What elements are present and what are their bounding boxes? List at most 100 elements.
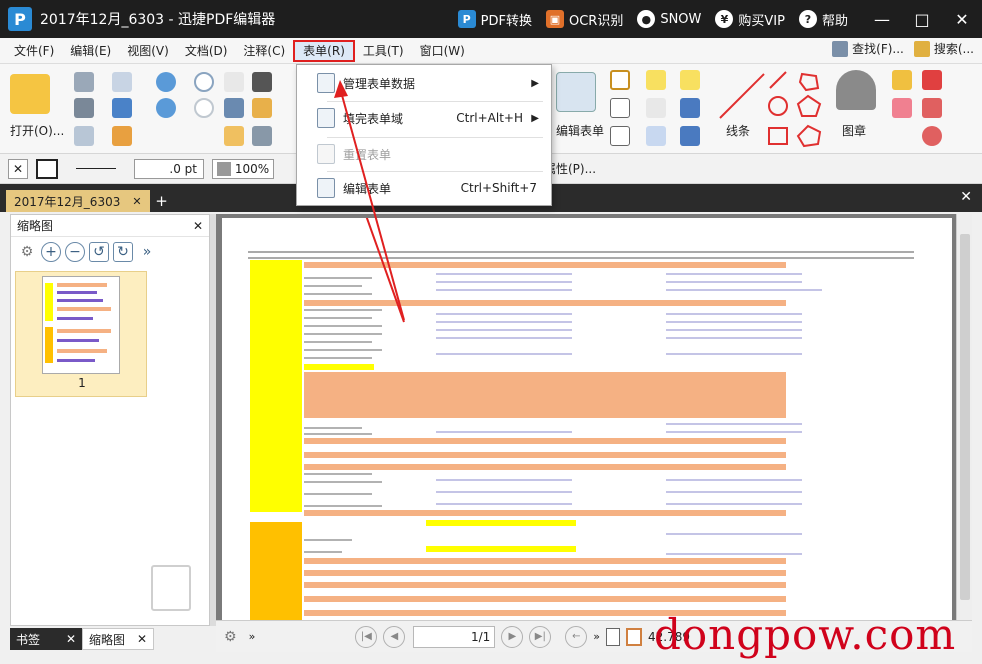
first-page-icon[interactable]: |◀ [355, 625, 378, 648]
menu-form[interactable]: 表单(R) [293, 39, 355, 62]
find-button[interactable]: 查找(F)... [832, 40, 904, 57]
cloud-icon[interactable] [112, 98, 132, 118]
submenu-arrow-icon: ▶ [531, 112, 539, 124]
new-tab-icon[interactable]: + [154, 190, 170, 212]
pencil-icon[interactable] [892, 70, 912, 90]
stamp-label[interactable]: 图章 [842, 122, 866, 139]
menu-item-fill-form-fields[interactable]: 填完表单域 Ctrl+Alt+H ▶ [297, 103, 551, 133]
tab-document[interactable]: 2017年12月_6303 ✕ [6, 190, 150, 212]
document-view[interactable] [216, 214, 972, 620]
page-thumbnail[interactable]: 1 [15, 271, 147, 397]
line-style-select[interactable] [66, 159, 126, 179]
ocr-button[interactable]: ▣ OCR识别 [545, 10, 623, 29]
stroke-color-button[interactable] [36, 158, 58, 179]
menu-window[interactable]: 窗口(W) [412, 40, 473, 62]
menu-edit[interactable]: 编辑(E) [62, 40, 119, 62]
more-options-icon[interactable]: » [137, 242, 157, 262]
lines-label[interactable]: 线条 [726, 122, 750, 139]
export-icon[interactable] [74, 126, 94, 146]
bookmark-tab-close-icon[interactable]: ✕ [66, 632, 76, 646]
forward-icon[interactable] [194, 98, 214, 118]
menu-item-manage-form-data[interactable]: 管理表单数据 ▶ [297, 68, 551, 98]
redo-icon[interactable] [156, 98, 176, 118]
single-page-icon[interactable] [606, 627, 621, 646]
back-icon[interactable] [194, 72, 214, 92]
camera-icon[interactable] [252, 72, 272, 92]
cloud-shape-icon[interactable] [922, 126, 942, 146]
menu-view[interactable]: 视图(V) [119, 40, 177, 62]
pdf-convert-button[interactable]: P PDF转换 [457, 10, 532, 29]
close-button[interactable]: ✕ [942, 10, 982, 29]
checkbox-field-icon[interactable] [610, 98, 630, 118]
vip-button[interactable]: ¥ 购买VIP [715, 10, 785, 29]
rotate-left-icon[interactable]: ↺ [89, 242, 109, 262]
maximize-button[interactable]: □ [902, 10, 942, 29]
user-button[interactable]: ● SNOW [637, 10, 701, 28]
sound-icon[interactable] [680, 126, 700, 146]
undo-icon[interactable] [156, 72, 176, 92]
opacity-field[interactable]: 100% [212, 158, 274, 179]
thumbnail-page-number: 1 [78, 376, 86, 390]
list-field-icon[interactable] [610, 126, 630, 146]
hand-tool-icon[interactable] [224, 72, 244, 92]
open-folder-icon[interactable] [10, 74, 50, 114]
attachment-icon[interactable] [680, 98, 700, 118]
gear-icon[interactable]: ⚙ [17, 242, 37, 262]
zoom-out-icon[interactable]: − [65, 242, 85, 262]
new-doc-icon[interactable] [112, 126, 132, 146]
thumbnail-tab-close-icon[interactable]: ✕ [137, 632, 147, 646]
edit-form-label[interactable]: 编辑表单 [556, 122, 604, 139]
tab-bookmarks[interactable]: 书签 ✕ [10, 628, 82, 650]
rotate-right-icon[interactable]: ↻ [113, 242, 133, 262]
open-label[interactable]: 打开(O)... [10, 122, 64, 139]
clipboard-icon[interactable] [252, 98, 272, 118]
line-width-field[interactable]: .0 pt [134, 158, 204, 179]
close-all-icon[interactable]: ✕ [960, 189, 972, 205]
search-button[interactable]: 搜索(... [913, 40, 974, 57]
last-page-icon[interactable]: ▶| [529, 625, 552, 648]
note-icon[interactable] [680, 70, 700, 90]
no-fill-toggle[interactable]: ✕ [8, 158, 28, 179]
pdf-page[interactable] [222, 218, 952, 620]
line-tool-icon[interactable] [716, 70, 768, 122]
page-number-field[interactable]: 1/1 [413, 625, 496, 648]
shape-tools-icon[interactable] [766, 70, 826, 150]
menu-tools[interactable]: 工具(T) [355, 40, 412, 62]
yen-icon: ¥ [715, 10, 734, 28]
panel-close-icon[interactable]: ✕ [193, 219, 203, 233]
snapshot-icon[interactable] [224, 126, 244, 146]
tab-thumbnails[interactable]: 缩略图 ✕ [82, 628, 154, 650]
expand-icon[interactable]: » [249, 630, 256, 643]
scrollbar-thumb[interactable] [960, 234, 970, 600]
underline-icon[interactable] [646, 126, 666, 146]
polygon-line-icon[interactable] [922, 98, 942, 118]
settings-gear-icon[interactable]: ⚙ [224, 629, 237, 645]
menu-document[interactable]: 文档(D) [177, 40, 236, 62]
more-nav-icon[interactable]: » [593, 630, 600, 643]
menu-file[interactable]: 文件(F) [6, 40, 62, 62]
page-tool-icon[interactable] [252, 126, 272, 146]
edit-form-icon[interactable] [556, 72, 596, 112]
vertical-scrollbar[interactable] [956, 214, 972, 620]
fit-page-icon[interactable] [626, 627, 643, 646]
eraser-icon[interactable] [892, 98, 912, 118]
tab-close-icon[interactable]: ✕ [132, 195, 141, 208]
save-icon[interactable] [74, 72, 94, 92]
measure-icon[interactable] [922, 70, 942, 90]
help-button[interactable]: ? 帮助 [798, 10, 848, 29]
minimize-button[interactable]: — [862, 10, 902, 29]
prev-page-icon[interactable]: ◀ [383, 625, 406, 648]
menu-item-edit-form[interactable]: 编辑表单 Ctrl+Shift+7 [297, 173, 551, 203]
menu-comment[interactable]: 注释(C) [235, 40, 293, 62]
typewriter-icon[interactable] [646, 70, 666, 90]
text-select-icon[interactable] [224, 98, 244, 118]
text-field-icon[interactable] [610, 70, 630, 90]
print-icon[interactable] [74, 98, 94, 118]
red-arrow-annotation [365, 218, 405, 323]
email-icon[interactable] [112, 72, 132, 92]
stamp-icon[interactable] [836, 70, 876, 110]
strikeout-icon[interactable] [646, 98, 666, 118]
next-page-icon[interactable]: ▶ [501, 625, 524, 648]
back-view-icon[interactable]: ← [565, 625, 588, 648]
zoom-in-icon[interactable]: + [41, 242, 61, 262]
